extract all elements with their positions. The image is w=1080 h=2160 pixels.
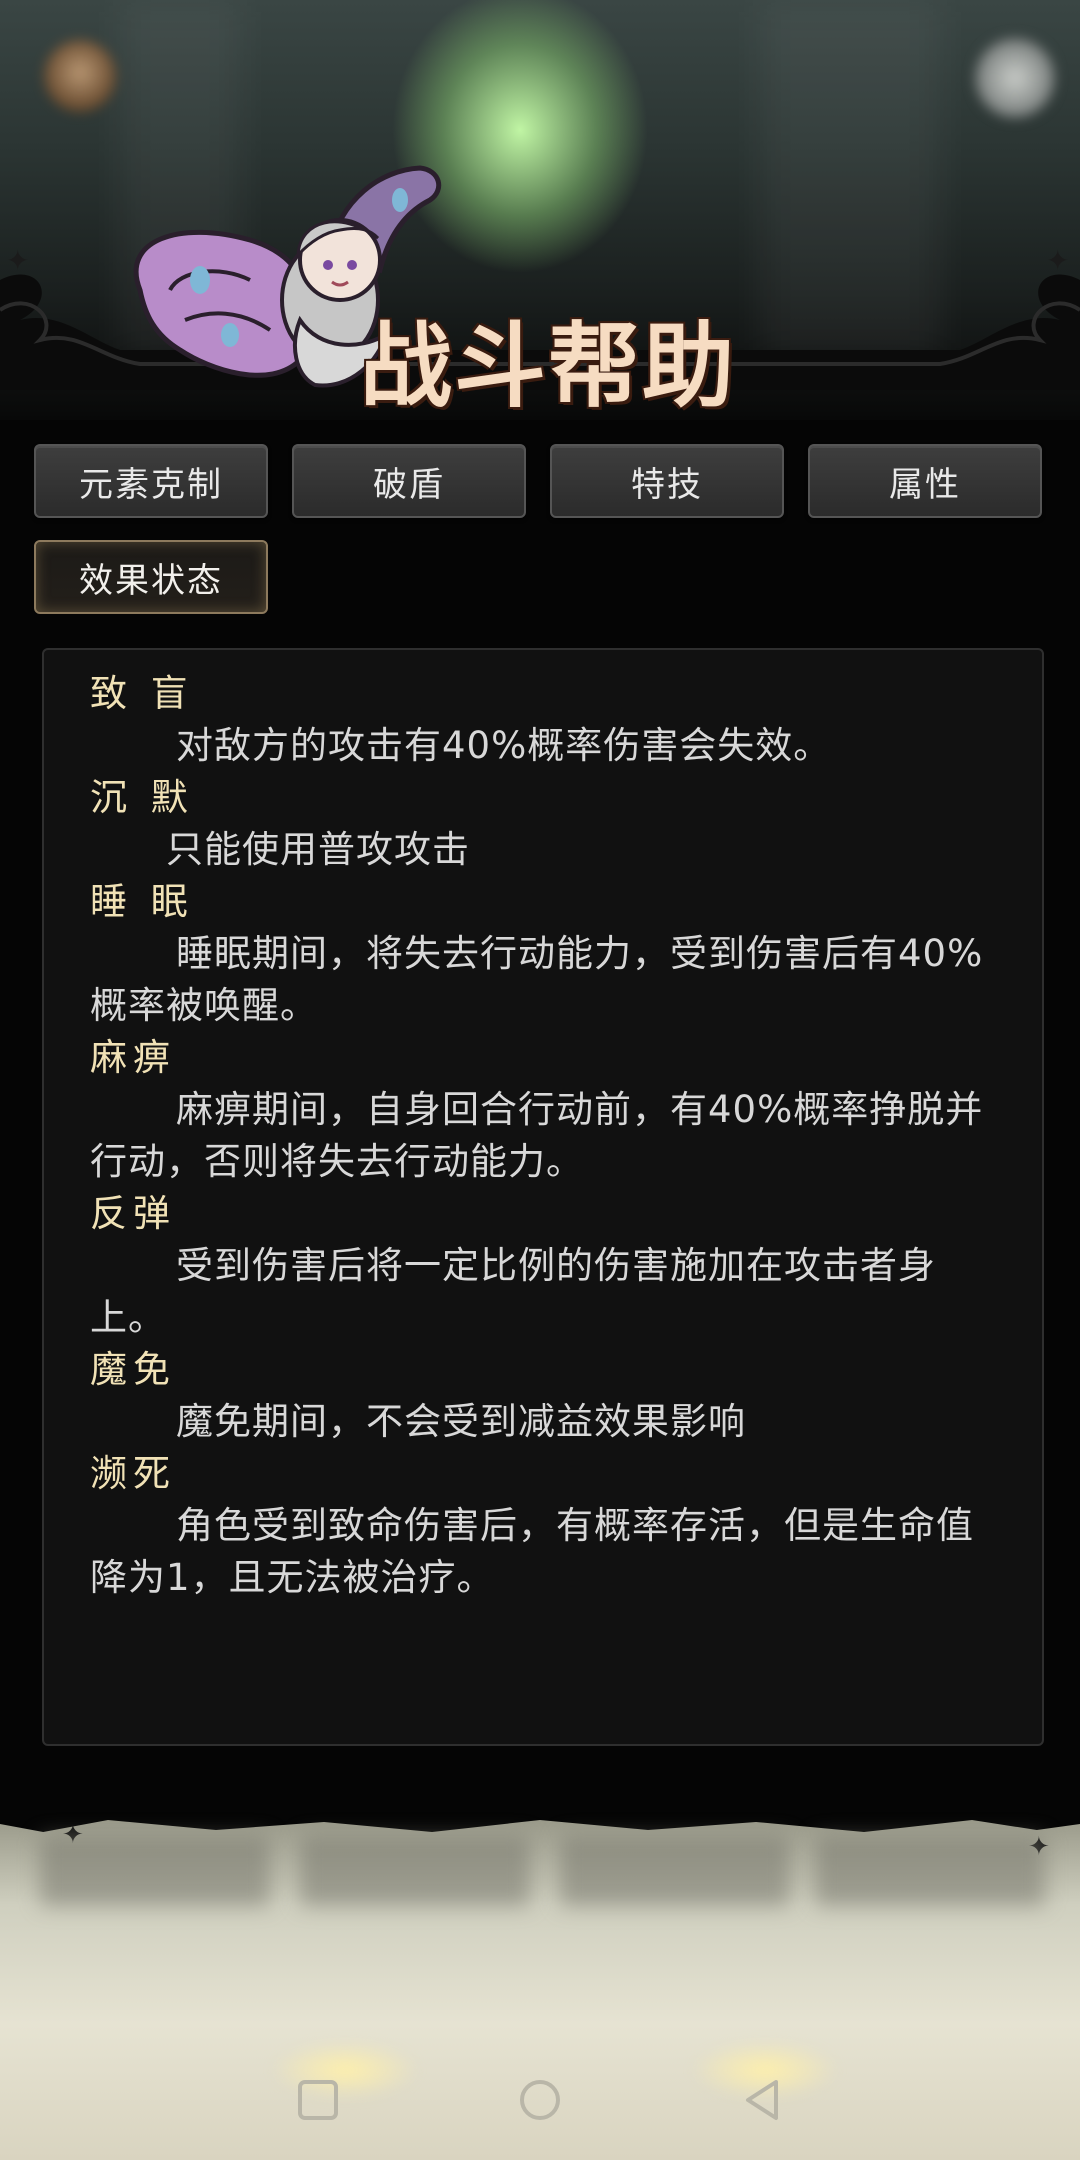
list-item: 魔免 魔免期间，不会受到减益效果影响 <box>90 1344 1010 1448</box>
list-item: 睡 眠 睡眠期间，将失去行动能力，受到伤害后有40%概率被唤醒。 <box>90 876 1010 1032</box>
effect-description: 角色受到致命伤害后，有概率存活，但是生命值降为1，且无法被治疗。 <box>90 1504 974 1599</box>
effect-description: 对敌方的攻击有40%概率伤害会失效。 <box>176 724 832 767</box>
effect-title: 沉 默 <box>90 776 194 819</box>
effect-title: 睡 眠 <box>90 880 194 923</box>
list-item: 反弹 受到伤害后将一定比例的伤害施加在攻击者身上。 <box>90 1188 1010 1344</box>
list-item: 致 盲 对敌方的攻击有40%概率伤害会失效。 <box>90 668 1010 772</box>
tab-effect-status[interactable]: 效果状态 <box>34 540 268 614</box>
glow-light <box>270 2040 420 2100</box>
blurred-tab <box>815 1836 1045 1906</box>
coin-icon <box>44 40 116 112</box>
effect-description: 睡眠期间，将失去行动能力，受到伤害后有40%概率被唤醒。 <box>90 932 984 1027</box>
effect-title: 魔免 <box>90 1348 176 1391</box>
effect-title: 濒死 <box>90 1452 176 1495</box>
effect-description: 受到伤害后将一定比例的伤害施加在攻击者身上。 <box>90 1244 936 1339</box>
tab-shield-break[interactable]: 破盾 <box>292 444 526 518</box>
tab-attributes[interactable]: 属性 <box>808 444 1042 518</box>
tab-special-skill[interactable]: 特技 <box>550 444 784 518</box>
list-item: 麻痹 麻痹期间，自身回合行动前，有40%概率挣脱并行动，否则将失去行动能力。 <box>90 1032 1010 1188</box>
square-icon[interactable] <box>296 2078 340 2122</box>
triangle-back-icon[interactable] <box>740 2078 784 2122</box>
effect-title: 致 盲 <box>90 672 194 715</box>
blurred-tab <box>40 1836 270 1906</box>
effect-description: 麻痹期间，自身回合行动前，有40%概率挣脱并行动，否则将失去行动能力。 <box>90 1088 984 1183</box>
list-item: 濒死 角色受到致命伤害后，有概率存活，但是生命值降为1，且无法被治疗。 <box>90 1448 1010 1604</box>
svg-text:✦: ✦ <box>1046 244 1069 277</box>
circle-icon[interactable] <box>518 2078 562 2122</box>
profile-icon <box>975 38 1055 118</box>
effect-list: 致 盲 对敌方的攻击有40%概率伤害会失效。 沉 默 只能使用普攻攻击 睡 眠 … <box>90 668 1010 1604</box>
effect-description: 只能使用普攻攻击 <box>166 828 470 871</box>
list-item: 沉 默 只能使用普攻攻击 <box>90 772 1010 876</box>
blurred-tab <box>560 1836 790 1906</box>
tab-element-counter[interactable]: 元素克制 <box>34 444 268 518</box>
svg-text:✦: ✦ <box>6 244 29 277</box>
page-title: 战斗帮助 <box>360 312 737 420</box>
blurred-tab <box>300 1836 530 1906</box>
effect-title: 反弹 <box>90 1192 176 1235</box>
blurred-header-text <box>740 52 950 108</box>
effect-description: 魔免期间，不会受到减益效果影响 <box>176 1400 746 1443</box>
effect-title: 麻痹 <box>90 1036 176 1079</box>
